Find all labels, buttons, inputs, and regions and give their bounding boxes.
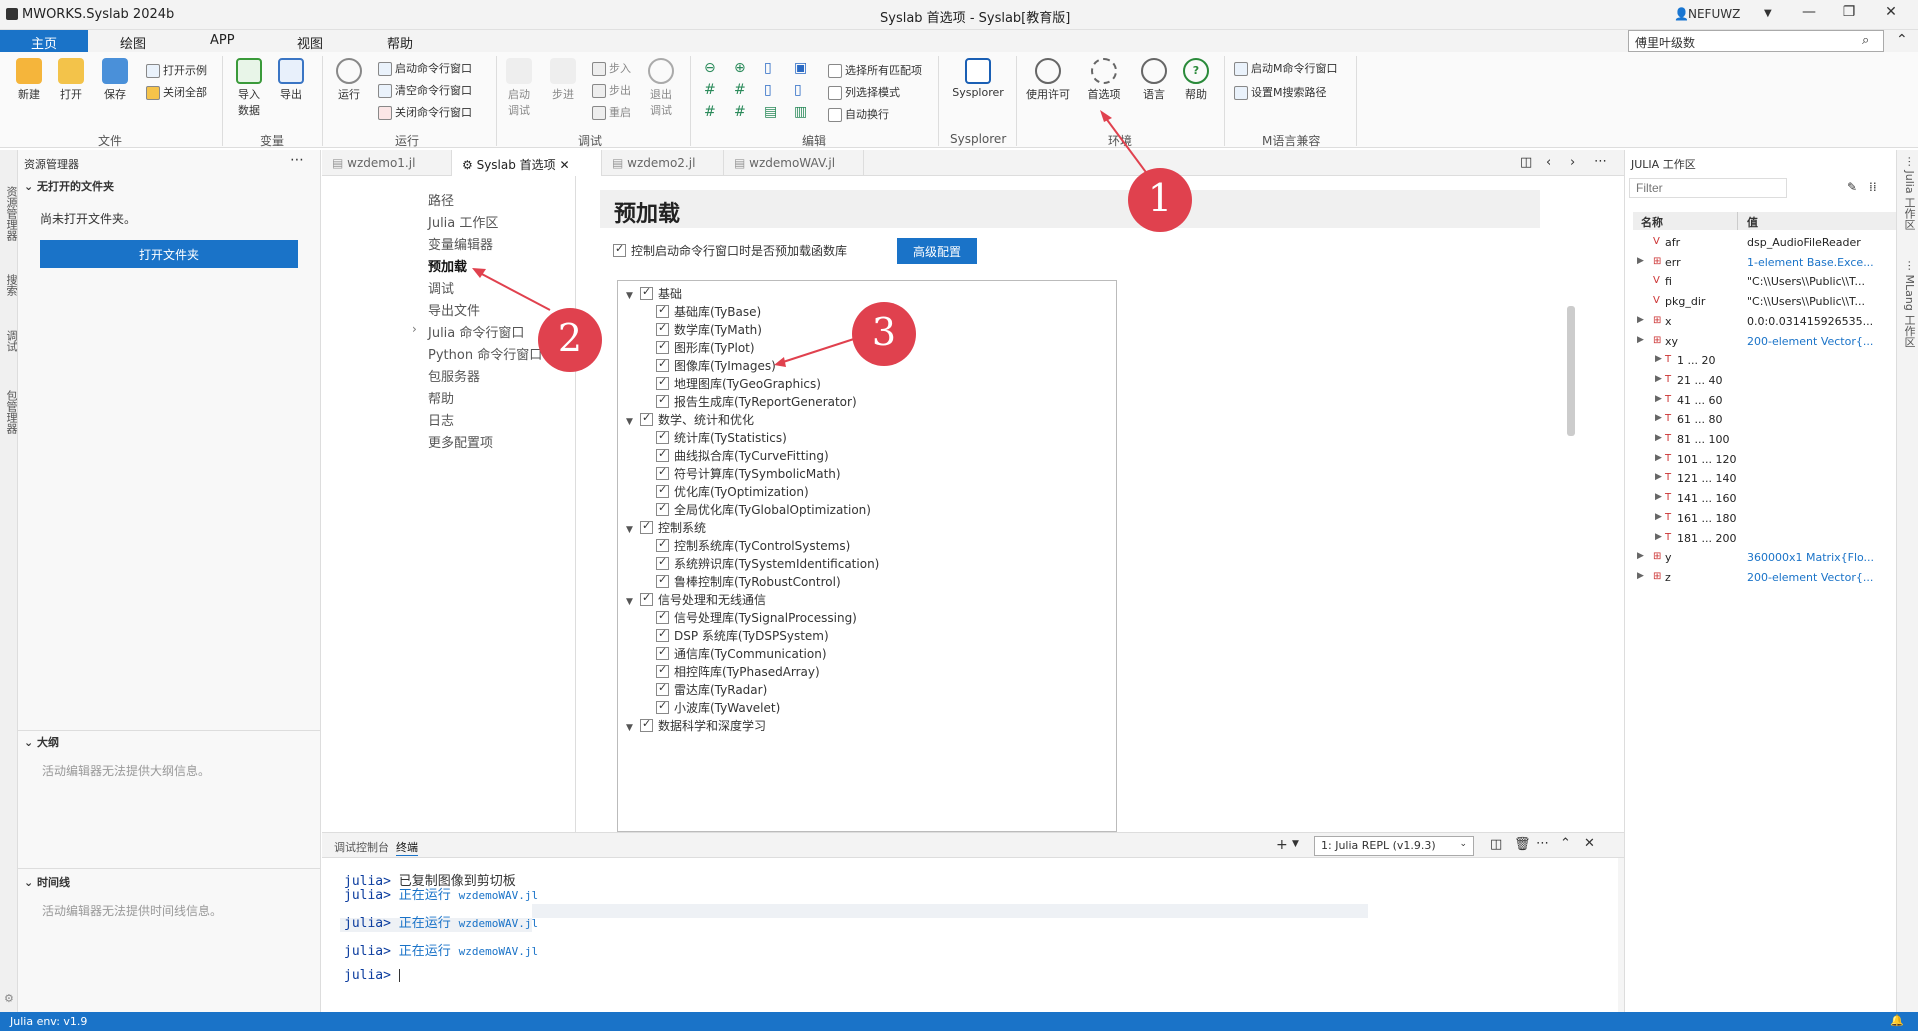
annotation-arrow-3 <box>779 336 861 364</box>
annotation-arrows <box>472 110 1149 367</box>
annotation-arrowhead-2 <box>472 268 486 278</box>
annotation-1: 1 <box>1128 168 1192 232</box>
annotation-arrow-1 <box>1104 116 1149 176</box>
annotation-arrowhead-1 <box>1100 110 1112 122</box>
annotation-arrowhead-3 <box>774 357 786 367</box>
annotation-arrow-2 <box>477 271 551 311</box>
annotation-3: 3 <box>852 302 916 366</box>
annotation-2: 2 <box>538 308 602 372</box>
